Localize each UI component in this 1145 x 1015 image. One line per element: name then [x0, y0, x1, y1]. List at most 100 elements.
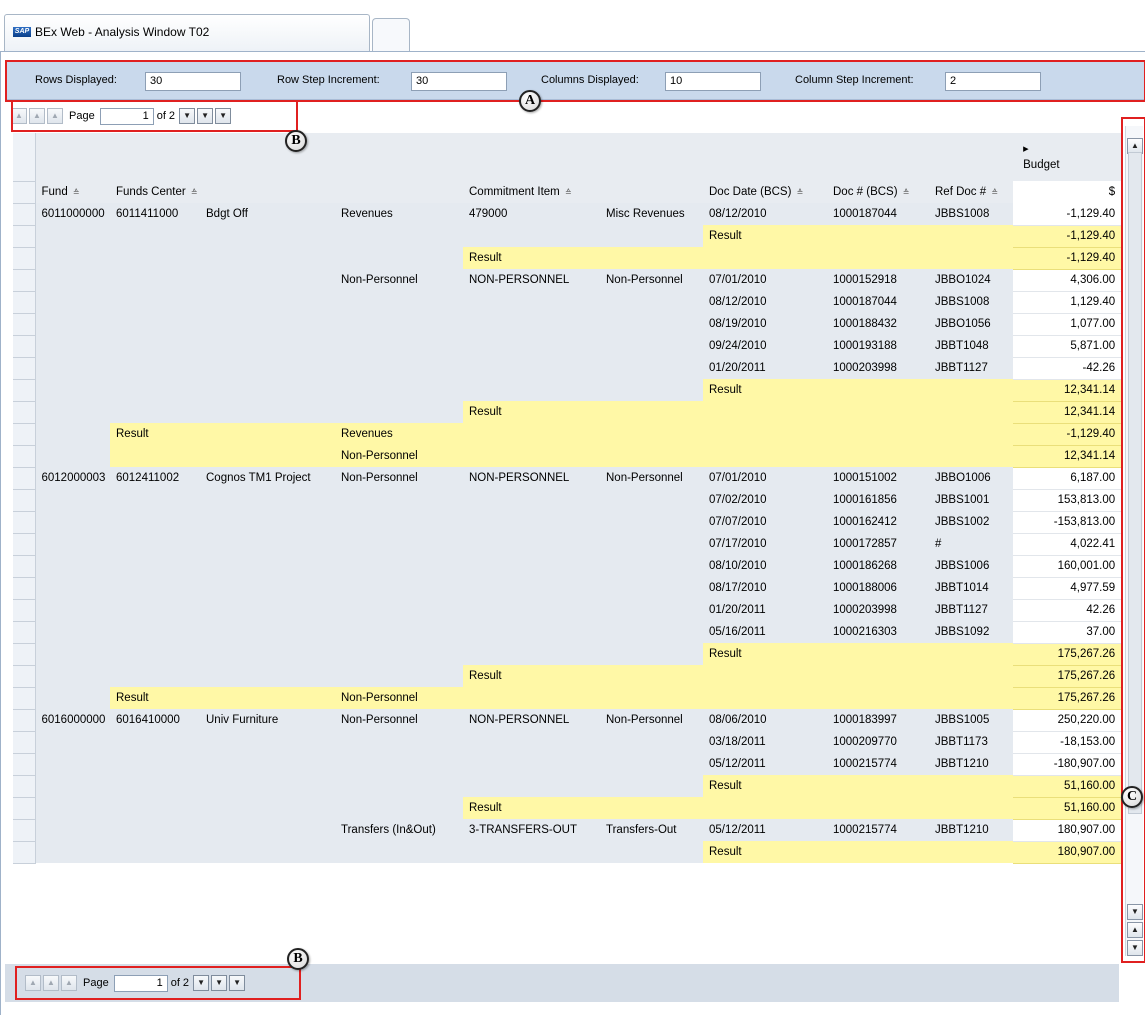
row-selector[interactable]	[13, 577, 36, 600]
table-cell: 6016000000	[35, 709, 110, 731]
table-cell	[200, 819, 335, 841]
table-cell	[35, 819, 110, 841]
header-selector[interactable]	[13, 133, 36, 182]
table-cell	[110, 269, 200, 291]
fund-header[interactable]: Fund ≙	[35, 181, 110, 203]
table-cell: 08/10/2010	[703, 555, 827, 577]
row-selector[interactable]	[13, 489, 36, 512]
table-cell	[600, 841, 703, 863]
row-selector[interactable]	[13, 665, 36, 688]
table-cell: 01/20/2011	[703, 599, 827, 621]
funds-center-header[interactable]: Funds Center ≙	[110, 181, 335, 203]
row-selector[interactable]	[13, 511, 36, 534]
sort-icon[interactable]: ≙	[903, 188, 910, 197]
sort-icon[interactable]: ≙	[991, 188, 998, 197]
row-selector[interactable]	[13, 291, 36, 314]
table-cell	[110, 225, 200, 247]
row-selector[interactable]	[13, 533, 36, 556]
table-cell	[110, 731, 200, 753]
row-selector[interactable]	[13, 247, 36, 270]
table-row: Non-Personnel 12,341.14	[13, 445, 1121, 468]
table-row: 07/07/2010 1000162412 JBBS1002 -153,813.00	[13, 511, 1121, 534]
row-selector[interactable]	[13, 445, 36, 468]
budget-value: 51,160.00	[1013, 775, 1121, 798]
row-selector[interactable]	[13, 775, 36, 798]
row-selector[interactable]	[13, 225, 36, 248]
table-cell	[110, 753, 200, 775]
row-selector[interactable]	[13, 797, 36, 820]
table-cell	[200, 731, 335, 753]
ref-doc-header[interactable]: Ref Doc # ≙	[929, 181, 1014, 203]
sort-icon[interactable]: ≙	[191, 188, 198, 197]
table-cell	[35, 489, 110, 511]
table-row: 6012000003 6012411002 Cognos TM1 Project No…	[13, 467, 1121, 490]
row-selector[interactable]	[13, 687, 36, 710]
table-cell	[600, 291, 703, 313]
budget-value: 175,267.26	[1013, 665, 1121, 688]
table-cell	[35, 599, 110, 621]
row-selector[interactable]	[13, 313, 36, 336]
table-cell: Non-Personnel	[335, 467, 463, 489]
table-cell: Bdgt Off	[200, 203, 335, 225]
table-cell	[35, 401, 110, 423]
table-cell	[600, 797, 703, 819]
table-cell	[463, 841, 600, 863]
table-cell	[827, 643, 929, 665]
budget-value: 51,160.00	[1013, 797, 1121, 820]
header-selector[interactable]	[13, 181, 36, 204]
row-selector[interactable]	[13, 731, 36, 754]
callout-b-bottom-badge: B	[287, 948, 309, 970]
table-cell	[110, 797, 200, 819]
row-selector[interactable]	[13, 269, 36, 292]
row-selector[interactable]	[13, 621, 36, 644]
table-row: Non-Personnel NON-PERSONNEL Non-Personnel 0…	[13, 269, 1121, 292]
table-cell	[827, 841, 929, 863]
table-cell: JBBS1092	[929, 621, 1014, 643]
table-row: Result 12,341.14	[13, 401, 1121, 424]
row-selector[interactable]	[13, 357, 36, 380]
row-selector[interactable]	[13, 379, 36, 402]
table-cell	[200, 335, 335, 357]
doc-date-header[interactable]: Doc Date (BCS) ≙	[703, 181, 827, 203]
table-cell	[463, 335, 600, 357]
table-cell	[827, 665, 929, 687]
expand-icon[interactable]: ▸	[1023, 141, 1115, 157]
row-selector[interactable]	[13, 423, 36, 446]
table-cell	[35, 445, 110, 467]
table-cell: 08/19/2010	[703, 313, 827, 335]
row-selector[interactable]	[13, 819, 36, 842]
table-row: Result 51,160.00	[13, 775, 1121, 798]
sort-icon[interactable]: ≙	[565, 188, 572, 197]
table-cell	[600, 357, 703, 379]
tab-analysis-window[interactable]: SAP BEx Web - Analysis Window T02	[4, 14, 370, 51]
row-selector[interactable]	[13, 555, 36, 578]
table-row: 08/10/2010 1000186268 JBBS1006 160,001.00	[13, 555, 1121, 578]
sort-icon[interactable]: ≙	[73, 188, 80, 197]
row-selector[interactable]	[13, 467, 36, 490]
table-cell	[600, 555, 703, 577]
callout-a-badge: A	[519, 90, 541, 112]
table-cell	[463, 291, 600, 313]
row-selector[interactable]	[13, 599, 36, 622]
new-tab[interactable]	[372, 18, 410, 51]
row-selector[interactable]	[13, 203, 36, 226]
table-cell: 08/06/2010	[703, 709, 827, 731]
sort-icon[interactable]: ≙	[797, 188, 804, 197]
budget-value: 37.00	[1013, 621, 1121, 644]
table-row: Result 51,160.00	[13, 797, 1121, 820]
table-cell	[463, 621, 600, 643]
commitment-item-header[interactable]: Commitment Item ≙	[463, 181, 703, 203]
row-selector[interactable]	[13, 709, 36, 732]
table-row: 07/02/2010 1000161856 JBBS1001 153,813.00	[13, 489, 1121, 512]
budget-value: 175,267.26	[1013, 643, 1121, 666]
doc-num-header[interactable]: Doc # (BCS) ≙	[827, 181, 929, 203]
row-selector[interactable]	[13, 335, 36, 358]
row-selector[interactable]	[13, 753, 36, 776]
table-cell: JBBO1006	[929, 467, 1014, 489]
table-cell	[929, 687, 1014, 709]
budget-header[interactable]: ▸ Budget	[1013, 133, 1121, 181]
table-cell	[35, 753, 110, 775]
row-selector[interactable]	[13, 643, 36, 666]
row-selector[interactable]	[13, 841, 36, 864]
row-selector[interactable]	[13, 401, 36, 424]
